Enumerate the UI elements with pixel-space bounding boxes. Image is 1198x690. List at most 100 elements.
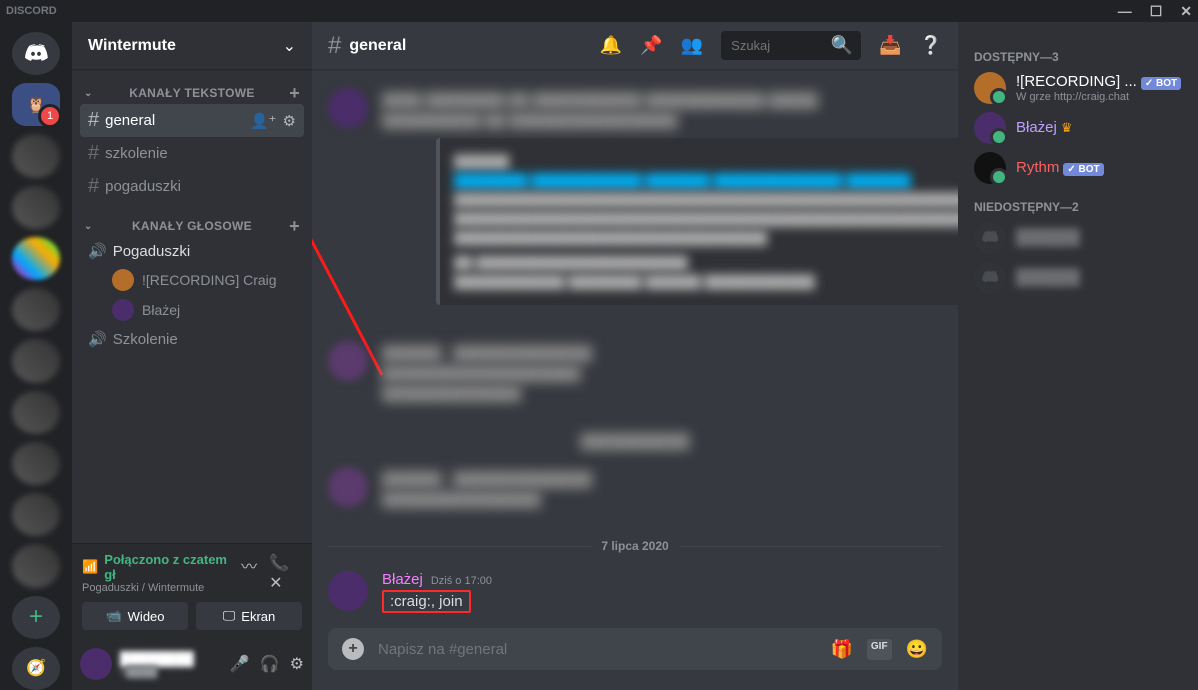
- server-header[interactable]: Wintermute ⌄: [72, 22, 312, 70]
- voice-channel-pogaduszki[interactable]: 🔊 Pogaduszki: [80, 237, 304, 265]
- message-timestamp: Dziś o 17:00: [431, 575, 492, 587]
- speaker-icon: 🔊: [88, 242, 107, 260]
- server-item[interactable]: [12, 134, 60, 177]
- channel-label: szkolenie: [105, 145, 168, 162]
- screen-share-button[interactable]: 🖵 Ekran: [196, 602, 302, 630]
- message-input[interactable]: [376, 640, 818, 659]
- server-item[interactable]: [12, 288, 60, 331]
- gif-button[interactable]: GIF: [867, 639, 892, 660]
- avatar: [328, 467, 368, 507]
- members-category-offline: NIEDOSTĘPNY—2: [966, 188, 1190, 218]
- window-close[interactable]: ✕: [1180, 3, 1192, 20]
- voice-user-blazej[interactable]: Błażej: [80, 295, 304, 325]
- avatar: [974, 222, 1006, 254]
- noise-suppression-icon[interactable]: 〰: [241, 553, 257, 593]
- member-rythm[interactable]: Rythm✓ BOT: [966, 148, 1190, 188]
- avatar: [974, 112, 1006, 144]
- disconnect-icon[interactable]: 📞✕: [269, 553, 302, 593]
- avatar: [328, 341, 368, 381]
- category-label: KANAŁY GŁOSOWE: [132, 219, 252, 233]
- app-brand: DISCORD: [6, 5, 57, 17]
- server-item[interactable]: [12, 391, 60, 434]
- category-voice[interactable]: KANAŁY GŁOSOWE +: [80, 203, 304, 237]
- gift-icon[interactable]: 🎁: [830, 639, 852, 660]
- members-category-online: DOSTĘPNY—3: [966, 38, 1190, 68]
- member-offline[interactable]: ██████: [966, 218, 1190, 258]
- message: Błażej Dziś o 17:00 :craig:, join: [328, 563, 942, 621]
- channel-szkolenie[interactable]: # szkolenie: [80, 137, 304, 170]
- self-discriminator: #████: [120, 666, 222, 678]
- voice-connection-panel: 📶 Połączono z czatem gł Pogaduszki / Win…: [72, 543, 312, 638]
- gear-icon[interactable]: ⚙: [283, 112, 296, 130]
- settings-icon[interactable]: ⚙: [290, 654, 304, 674]
- voice-user-name: ![RECORDING] Craig: [142, 272, 277, 288]
- member-name: ██████: [1016, 229, 1080, 246]
- attach-button[interactable]: +: [342, 638, 364, 660]
- video-button[interactable]: 📹 Wideo: [82, 602, 188, 630]
- hash-icon: #: [328, 32, 341, 60]
- server-item[interactable]: [12, 544, 60, 587]
- message-list[interactable]: ████ ████████ ██ ███████████ ███████████…: [312, 70, 958, 628]
- server-item[interactable]: [12, 339, 60, 382]
- notifications-icon[interactable]: 🔔: [600, 35, 622, 56]
- server-item[interactable]: [12, 186, 60, 229]
- search-input[interactable]: [729, 37, 825, 54]
- mute-icon[interactable]: 🎤: [230, 654, 250, 674]
- chat-header: # general 🔔 📌 👥 🔍 📥 ❔: [312, 22, 958, 70]
- avatar: [974, 152, 1006, 184]
- voice-user-craig[interactable]: ![RECORDING] Craig: [80, 265, 304, 295]
- member-craig[interactable]: ![RECORDING] ...✓ BOT W grze http://crai…: [966, 68, 1190, 108]
- deafen-icon[interactable]: 🎧: [260, 654, 280, 674]
- inbox-icon[interactable]: 📥: [879, 35, 901, 56]
- pinned-icon[interactable]: 📌: [640, 35, 662, 56]
- screen-icon: 🖵: [223, 608, 236, 624]
- owner-crown-icon: ♛: [1061, 120, 1073, 135]
- add-channel-button[interactable]: +: [289, 220, 300, 232]
- window-maximize[interactable]: ☐: [1150, 3, 1163, 20]
- help-icon[interactable]: ❔: [920, 35, 942, 56]
- hash-icon: #: [88, 142, 99, 165]
- channel-pogaduszki[interactable]: # pogaduszki: [80, 170, 304, 203]
- channel-general[interactable]: # general 👤⁺ ⚙: [80, 104, 304, 137]
- search-box[interactable]: 🔍: [721, 31, 861, 60]
- message-author[interactable]: Błażej: [382, 571, 423, 588]
- category-text[interactable]: KANAŁY TEKSTOWE +: [80, 70, 304, 104]
- add-server-button[interactable]: +: [12, 596, 60, 639]
- invite-icon[interactable]: 👤⁺: [250, 112, 277, 130]
- member-offline[interactable]: ██████: [966, 258, 1190, 298]
- member-status: W grze http://craig.chat: [1016, 91, 1181, 103]
- server-rail: 🦉 + 🧭: [0, 22, 72, 690]
- member-blazej[interactable]: Błażej ♛: [966, 108, 1190, 148]
- server-item[interactable]: [12, 237, 60, 280]
- server-item[interactable]: [12, 493, 60, 536]
- channel-title: general: [349, 37, 600, 55]
- member-name: Rythm: [1016, 159, 1059, 176]
- channel-label: Szkolenie: [113, 331, 178, 348]
- voice-status: 📶 Połączono z czatem gł: [82, 552, 241, 582]
- voice-channel-szkolenie[interactable]: 🔊 Szkolenie: [80, 325, 304, 353]
- emoji-icon[interactable]: 😀: [906, 639, 928, 660]
- server-item[interactable]: [12, 442, 60, 485]
- members-toggle-icon[interactable]: 👥: [681, 35, 703, 56]
- speaker-icon: 🔊: [88, 330, 107, 348]
- avatar[interactable]: [80, 648, 112, 680]
- home-button[interactable]: [12, 32, 60, 75]
- member-name: Błażej: [1016, 119, 1057, 136]
- explore-button[interactable]: 🧭: [12, 647, 60, 690]
- bot-tag: ✓ BOT: [1141, 77, 1181, 90]
- avatar: [112, 269, 134, 291]
- user-panel: ████████ #████ 🎤 🎧 ⚙: [72, 638, 312, 690]
- avatar: [112, 299, 134, 321]
- member-name: ██████: [1016, 269, 1080, 286]
- message-input-box[interactable]: + 🎁 GIF 😀: [328, 628, 942, 670]
- members-list: DOSTĘPNY—3 ![RECORDING] ...✓ BOT W grze …: [958, 22, 1198, 690]
- camera-icon: 📹: [105, 608, 121, 624]
- signal-icon: 📶: [82, 559, 98, 575]
- self-username: ████████: [120, 651, 222, 666]
- server-wintermute[interactable]: 🦉: [12, 83, 60, 126]
- search-icon: 🔍: [831, 35, 853, 56]
- avatar[interactable]: [328, 571, 368, 611]
- add-channel-button[interactable]: +: [289, 87, 300, 99]
- window-minimize[interactable]: —: [1118, 3, 1132, 20]
- channel-label: general: [105, 112, 155, 129]
